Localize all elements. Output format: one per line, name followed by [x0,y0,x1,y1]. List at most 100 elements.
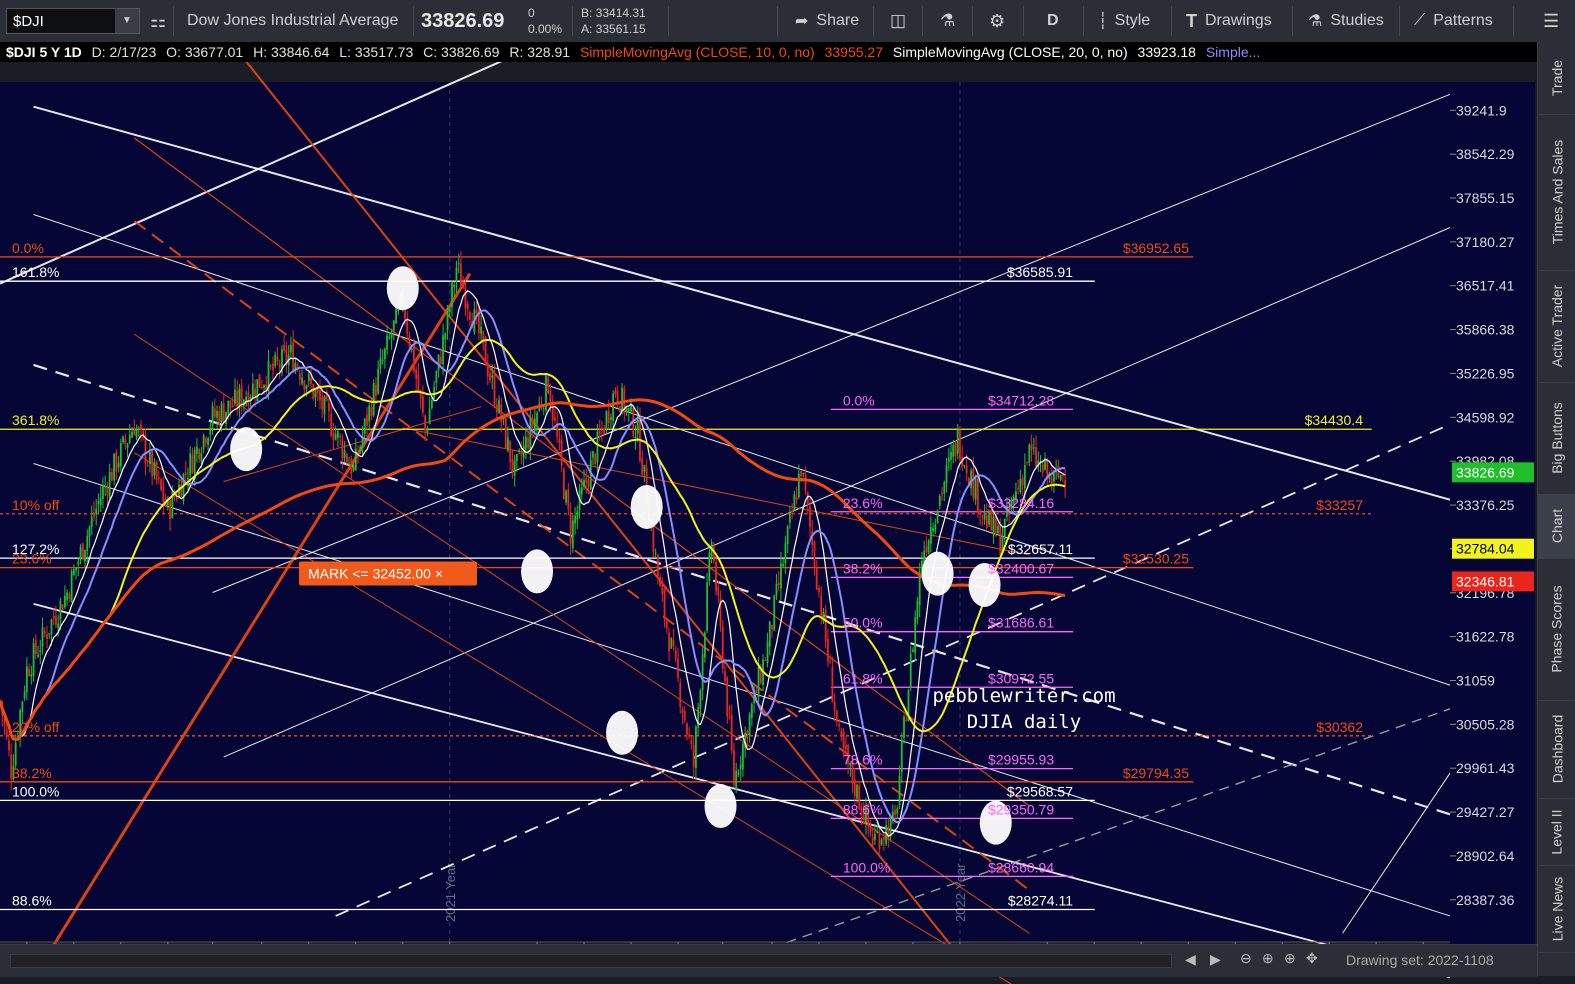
sma20-label[interactable]: SimpleMovingAvg (CLOSE, 20, 0, no) [893,44,1128,60]
divider [668,6,669,36]
candle-body [269,365,272,367]
candle-body [909,654,912,689]
candle-body [1028,444,1031,463]
side-tab-times-and-sales[interactable]: Times And Sales [1538,114,1575,271]
side-tab-dashboard[interactable]: Dashboard [1538,700,1575,799]
text-tool-icon: T [1186,10,1197,31]
side-tab-active-trader[interactable]: Active Trader [1538,270,1575,383]
candle-body [46,634,48,640]
candle-body [614,389,617,395]
chart-grid-icon[interactable]: ⚏ [150,0,166,42]
zoom-in-icon[interactable]: ⊕ [1284,950,1296,967]
zoom-icon[interactable]: ⊕ [1262,950,1274,967]
price-tick-label: 35226.95 [1456,365,1515,381]
candle-body [234,389,236,404]
candle-body [844,744,847,750]
more-studies[interactable]: Simple... [1206,44,1260,60]
candle-body [428,408,431,425]
aggregation-button[interactable]: D [1047,0,1059,42]
fib-level-price: $28660.94 [988,859,1054,875]
price-badge-label: 32346.81 [1456,573,1515,589]
candle-body [1021,477,1024,486]
candle-body [368,405,371,422]
candle-body [278,363,281,368]
candle-body [426,428,429,433]
studies-button[interactable]: ⚗ Studies [1308,0,1384,42]
drawing-set-label[interactable]: Drawing set: 2022-1108 [1346,952,1494,968]
candle-body [97,501,100,504]
candle-body [603,428,606,434]
divider [1171,6,1172,36]
candle-body [686,723,688,735]
fib-level-price: $32400.67 [988,560,1054,576]
candle-body [251,383,254,399]
fib-level-price: $33284.16 [988,495,1054,511]
candle-body [674,650,677,659]
zoom-out-icon[interactable]: ⊖ [1240,950,1252,967]
candle-body [352,466,355,471]
candle-body [61,604,64,611]
mark-tag[interactable]: MARK <= 32452.00 × [299,561,477,586]
price-chart[interactable]: 2021 Year 2022 Year 0.0% $36952.65 161.8% $3… [0,62,1535,984]
candle-body [963,465,966,467]
candle-body [144,436,147,464]
fib-level-price: $29955.93 [988,752,1054,768]
scroll-right-icon[interactable]: ▶ [1210,951,1221,968]
candle-body [498,399,500,413]
scroll-left-icon[interactable]: ◀ [1185,951,1196,968]
candle-body [524,436,527,450]
candle-body [784,543,787,564]
candle-body [204,438,207,444]
side-tab-phase-scores[interactable]: Phase Scores [1538,558,1575,701]
candle-body [690,740,693,745]
candle-body [345,453,348,463]
symbol-input[interactable]: $DJI ▼ [6,8,140,34]
scrollbar-track[interactable] [10,954,1172,968]
side-tab-live-news[interactable]: Live News [1538,865,1575,953]
candle-body [88,526,91,537]
candles-icon: ┆ [1098,13,1108,30]
side-tab-big-buttons[interactable]: Big Buttons [1538,382,1575,495]
side-tab-trade[interactable]: Trade [1538,42,1575,115]
candle-body [717,586,720,596]
patterns-button[interactable]: ⟋ Patterns [1414,0,1493,42]
side-tab-chart[interactable]: Chart [1538,494,1575,559]
candle-body [439,356,442,364]
candle-body [829,661,832,663]
candle-body [377,368,380,394]
candle-body [947,458,950,462]
candle-body [57,623,60,629]
candle-body [536,413,538,424]
price-badge-label: 32784.04 [1456,541,1515,557]
candle-body [809,506,811,528]
candle-body [354,448,357,471]
candle-body [464,287,467,309]
flask-icon[interactable]: ⚗ [940,0,955,42]
chart-info-bar: $DJI 5 Y 1D D: 2/17/23 O: 33677.01 H: 33… [0,42,1575,62]
candle-body [213,408,216,417]
candle-body [55,616,57,625]
candle-body [334,434,337,440]
info-open: O: 33677.01 [166,44,244,60]
candle-body [708,553,711,582]
flexible-grid-icon[interactable]: ◫ [890,0,906,42]
candle-body [766,642,769,664]
gear-icon[interactable]: ⚙ [989,0,1005,42]
candle-body [126,443,129,449]
candle-body [929,526,932,544]
candle-body [422,396,424,413]
menu-icon[interactable]: ☰ [1543,0,1559,42]
drawings-button[interactable]: T Drawings [1186,0,1272,42]
share-button[interactable]: ➦ Share [795,0,859,42]
candle-body [681,709,684,714]
fib-level-price: $29794.35 [1123,765,1189,781]
side-tab-level-ii[interactable]: Level II [1538,798,1575,866]
share-label: Share [816,12,860,29]
sma10-label[interactable]: SimpleMovingAvg (CLOSE, 10, 0, no) [580,44,815,60]
candle-body [110,471,113,481]
style-button[interactable]: ┆ Style [1098,0,1150,42]
pan-icon[interactable]: ✥ [1306,950,1318,967]
candle-body [305,385,308,390]
chevron-down-icon[interactable]: ▼ [115,9,139,33]
candle-body [256,379,259,402]
